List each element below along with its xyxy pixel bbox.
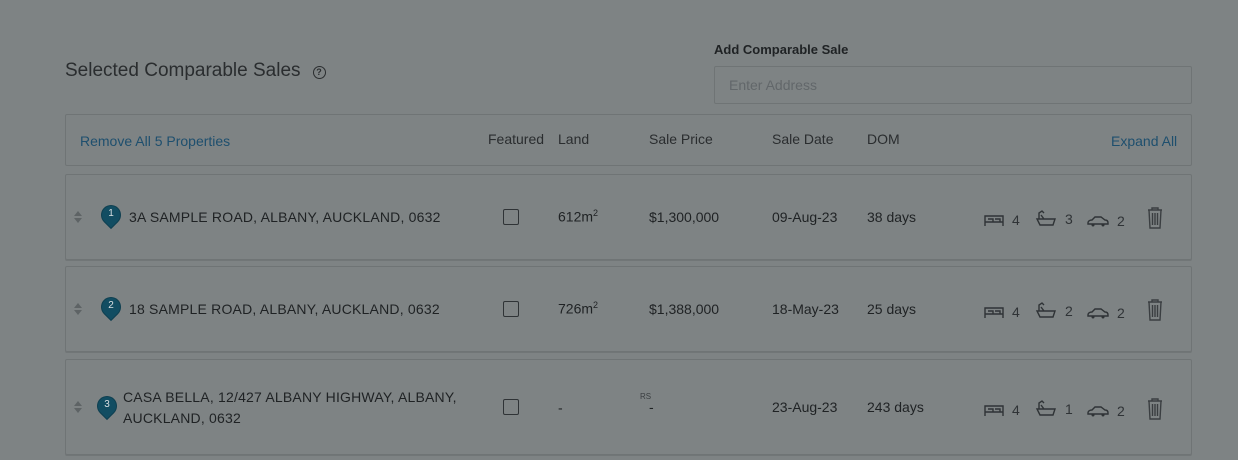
drag-handle-icon[interactable] [74,303,82,315]
col-featured: Featured [488,131,545,147]
bath-icon [1035,302,1056,318]
drag-handle-icon[interactable] [74,401,82,413]
col-dom: DOM [867,131,900,147]
map-pin-icon: 1 [98,202,124,230]
bath-count: 2 [1065,302,1073,319]
table-row[interactable]: 2 18 SAMPLE ROAD, ALBANY, AUCKLAND, 0632… [65,266,1192,352]
car-feature: 2 [1087,305,1125,321]
car-icon [1087,308,1109,319]
car-feature: 2 [1087,213,1125,229]
address-link[interactable]: 3A SAMPLE ROAD, ALBANY, AUCKLAND, 0632 [129,207,441,228]
dom-value: 25 days [867,301,917,317]
sale-date-value: 18-May-23 [772,301,839,317]
sale-price-value: $1,300,000 [649,209,720,225]
land-text: 726m [558,300,594,317]
featured-checkbox[interactable] [503,301,519,317]
land-value: 726m2 [558,300,598,317]
bed-icon [984,405,1004,416]
dom-value: 38 days [867,209,917,225]
sale-date-value: 09-Aug-23 [772,209,838,225]
land-unit-sup: 2 [593,300,599,310]
drag-handle-icon[interactable] [74,211,82,223]
land-text: 612m [558,208,594,225]
dom-value: 243 days [867,399,924,415]
bed-icon [984,307,1004,318]
trash-icon[interactable] [1147,207,1163,229]
page-title-text: Selected Comparable Sales [65,60,301,81]
table-row[interactable]: 3 CASA BELLA, 12/427 ALBANY HIGHWAY, ALB… [65,359,1192,455]
trash-icon[interactable] [1147,299,1163,321]
map-pin-icon: 2 [98,294,124,322]
car-count: 2 [1117,213,1125,229]
page-title: Selected Comparable Sales ? [65,60,326,82]
bed-feature: 4 [984,212,1020,228]
car-count: 2 [1117,403,1125,419]
bed-count: 4 [1012,212,1020,228]
bath-count: 3 [1065,210,1073,227]
land-text: - [558,399,563,416]
list-header: Remove All 5 Properties Featured Land Sa… [65,114,1192,166]
sale-price-value: $1,388,000 [649,301,720,317]
add-comparable-label: Add Comparable Sale [714,42,849,57]
bath-feature: 1 [1035,400,1073,417]
bed-count: 4 [1012,304,1020,320]
pin-number: 3 [104,399,110,410]
bath-feature: 2 [1035,302,1073,319]
car-count: 2 [1117,305,1125,321]
expand-all-link[interactable]: Expand All [1111,133,1177,149]
map-pin-icon: 3 [94,393,120,421]
address-link[interactable]: CASA BELLA, 12/427 ALBANY HIGHWAY, ALBAN… [123,387,457,429]
bed-feature: 4 [984,304,1020,320]
col-sale-date: Sale Date [772,131,834,147]
address-line-1: CASA BELLA, 12/427 ALBANY HIGHWAY, ALBAN… [123,389,457,405]
car-icon [1087,406,1109,417]
featured-checkbox[interactable] [503,209,519,225]
question-circle-icon[interactable]: ? [312,65,326,79]
bed-count: 4 [1012,402,1020,418]
sale-date-value: 23-Aug-23 [772,399,838,415]
land-value: 612m2 [558,208,598,225]
bed-icon [984,215,1004,226]
address-link[interactable]: 18 SAMPLE ROAD, ALBANY, AUCKLAND, 0632 [129,299,440,320]
car-feature: 2 [1087,403,1125,419]
address-line-2: AUCKLAND, 0632 [123,410,241,426]
col-sale-price: Sale Price [649,131,713,147]
bath-icon [1035,400,1056,416]
bed-feature: 4 [984,402,1020,418]
sale-price-value: - [649,399,654,415]
col-land: Land [558,131,590,147]
pin-number: 1 [108,208,114,219]
pin-number: 2 [108,300,114,311]
add-address-input[interactable] [714,66,1192,104]
trash-icon[interactable] [1147,398,1163,420]
car-icon [1087,216,1109,227]
bath-count: 1 [1065,400,1073,417]
land-value: - [558,399,563,416]
land-unit-sup: 2 [593,208,599,218]
bath-icon [1035,210,1056,226]
featured-checkbox[interactable] [503,399,519,415]
bath-feature: 3 [1035,210,1073,227]
remove-all-link[interactable]: Remove All 5 Properties [80,133,230,149]
table-row[interactable]: 1 3A SAMPLE ROAD, ALBANY, AUCKLAND, 0632… [65,174,1192,260]
